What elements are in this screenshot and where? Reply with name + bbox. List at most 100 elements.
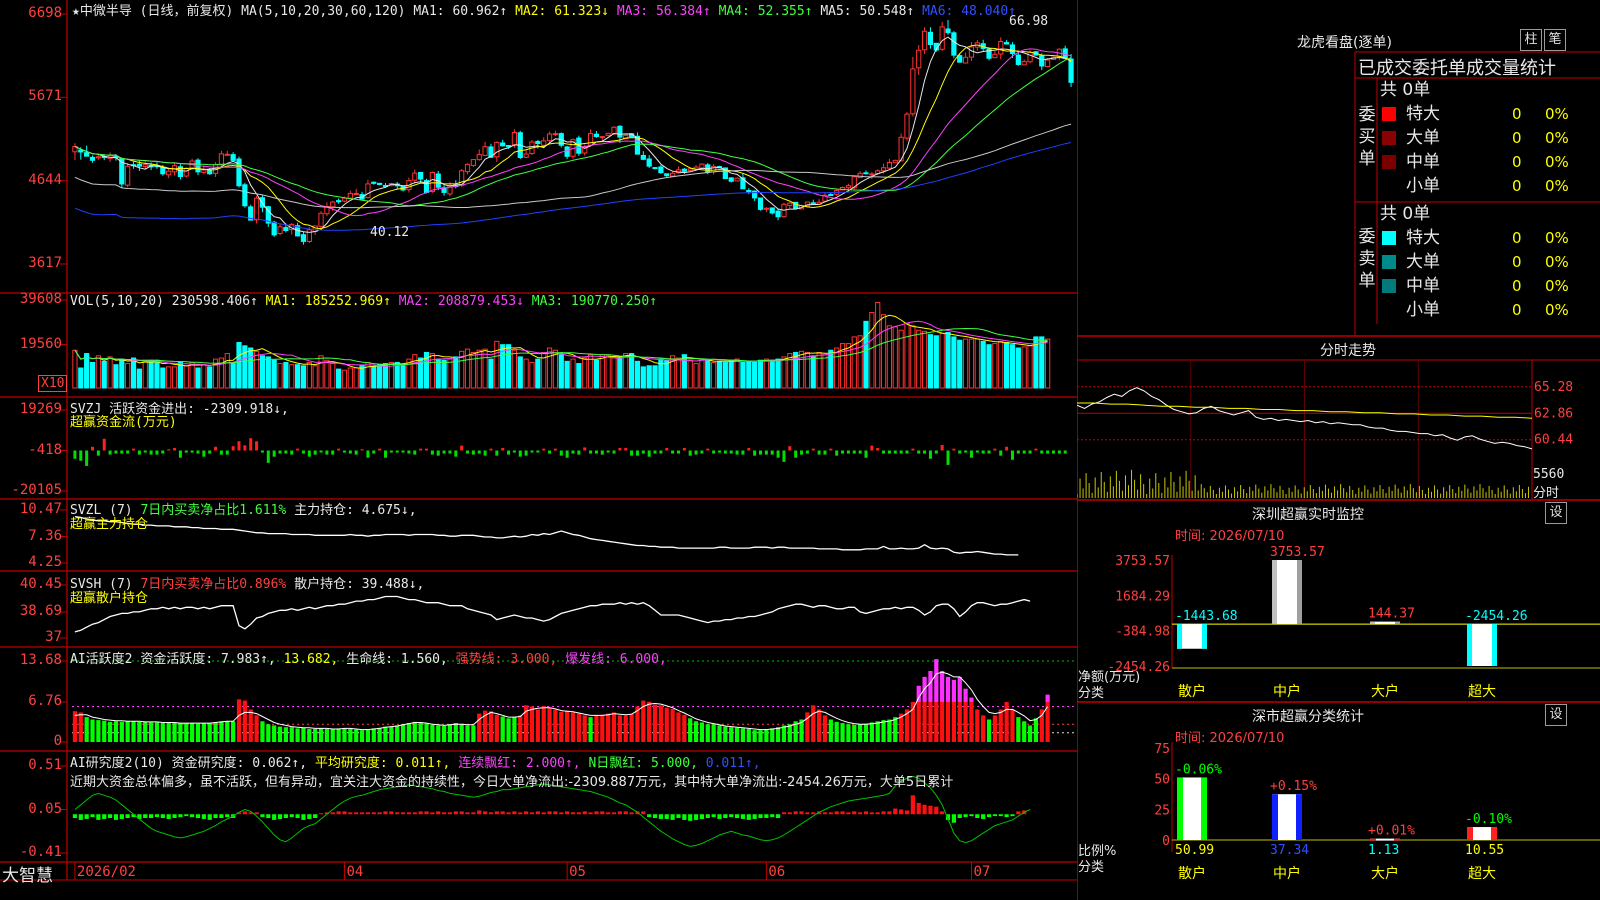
candle <box>652 167 658 170</box>
activity-bar <box>518 715 523 742</box>
activity-bar <box>693 721 699 742</box>
volume-bar <box>89 361 96 389</box>
activity-bar <box>195 723 201 742</box>
volume-bar <box>201 364 207 389</box>
intraday-chart[interactable]: 65.28 62.86 60.44 <box>1077 360 1600 500</box>
flow-bar <box>518 450 522 457</box>
flow-bar <box>155 450 159 455</box>
sell-order-swatch <box>1382 279 1396 293</box>
activity-bar <box>219 721 224 742</box>
activity-panel[interactable] <box>72 659 1074 742</box>
flow-bar <box>255 441 259 451</box>
candle <box>464 163 471 173</box>
research-bar <box>547 811 552 815</box>
stat-bottom-label: 37.34 <box>1270 843 1309 858</box>
bar-view-button[interactable]: 柱 <box>1520 29 1542 51</box>
research-bar <box>219 814 224 819</box>
activity-bar <box>734 727 740 742</box>
svzl-value: 主力持仓: 4.675↓, <box>294 503 417 518</box>
buy-order-row: 大单 0 0% <box>1380 126 1600 150</box>
research-bar <box>178 814 183 818</box>
research-bar <box>477 810 482 815</box>
sell-order-value: 0 <box>1512 277 1522 295</box>
flow-bar <box>530 450 534 453</box>
volume-bar <box>552 349 559 389</box>
research-bar <box>611 812 617 815</box>
research-bar <box>277 814 283 819</box>
svsh-y-label: 40.45 <box>19 576 62 592</box>
flow-bar <box>454 450 458 457</box>
activity-bar <box>969 697 974 702</box>
candle <box>224 153 230 156</box>
volume-bar <box>752 361 758 389</box>
volume-bar <box>236 341 242 389</box>
activity-bar <box>283 727 288 742</box>
svzl-panel[interactable] <box>74 515 1019 556</box>
activity-bar <box>816 709 822 742</box>
candle <box>336 200 342 203</box>
volume-bar <box>951 336 957 389</box>
sell-order-row: 中单 0 0% <box>1380 274 1600 298</box>
flow-bar <box>448 450 452 454</box>
activity-bar <box>148 722 154 742</box>
flow-bar <box>149 450 153 455</box>
volume-bar <box>441 359 447 389</box>
svsh-y-label: 37 <box>45 629 62 645</box>
flow-bar <box>489 448 493 451</box>
sz-monitor-chart[interactable]: 3753.57 1684.29 -384.98 -2454.26 -1443.68 散户 3… <box>1077 500 1600 702</box>
volume-bar <box>880 314 887 389</box>
flow-bar <box>624 448 628 451</box>
volume-bar <box>546 347 553 389</box>
activity-bar <box>72 711 78 742</box>
order-tabs[interactable]: 已成交委托单成交量统计 <box>1358 54 1600 80</box>
activity-bar <box>242 700 247 742</box>
research-bar <box>430 812 435 815</box>
sz-y-label: -384.98 <box>1115 625 1170 640</box>
activity-bar <box>1039 709 1044 742</box>
research-bar <box>96 814 101 820</box>
sz-stats-chart[interactable]: 75 50 25 0 -0.06% 50.99 散户 +0.15% 37.34 中户 +0.01% 1… <box>1077 702 1600 900</box>
volume-bar <box>511 349 518 389</box>
tick-view-button[interactable]: 笔 <box>1544 29 1566 51</box>
svsh-panel[interactable] <box>74 595 1031 633</box>
intraday-price-label: 62.86 <box>1534 406 1573 421</box>
flow-bar <box>759 450 763 455</box>
volume-bar <box>664 359 670 389</box>
research-bar <box>389 811 394 815</box>
research-bar <box>992 814 998 817</box>
activity-bar <box>389 726 394 742</box>
buy-order-pct: 0% <box>1545 153 1569 171</box>
candle <box>640 155 646 160</box>
activity-bar <box>154 722 160 742</box>
volume-panel[interactable] <box>72 301 1051 389</box>
research-bar <box>242 811 247 815</box>
candle <box>757 197 764 210</box>
research-bar <box>272 814 277 820</box>
activity-bar <box>998 709 1003 742</box>
research-bar <box>957 814 962 819</box>
act-life: 生命线: 1.560, <box>346 652 448 667</box>
research-bar <box>143 814 148 819</box>
price-panel[interactable] <box>72 19 1074 245</box>
candle <box>945 28 951 34</box>
flow-bar <box>307 450 311 457</box>
activity-bar <box>1027 725 1033 742</box>
volume-bar <box>435 358 441 389</box>
flow-bar <box>594 450 598 454</box>
vol-y-label: 39608 <box>19 291 62 307</box>
activity-bar <box>1010 709 1015 742</box>
volume-bar <box>886 325 893 389</box>
volume-bar <box>142 359 148 389</box>
research-bar <box>471 812 476 815</box>
intraday-price-label: 60.44 <box>1534 433 1573 448</box>
candle <box>271 221 277 236</box>
vol-ma2: MA2: 208879.453↓ <box>398 294 524 309</box>
volume-bar <box>640 366 646 389</box>
flow-bar <box>694 450 698 455</box>
activity-bar <box>400 724 406 742</box>
svzj-panel[interactable] <box>73 438 1067 466</box>
volume-bar <box>488 358 494 389</box>
research-bar <box>893 808 898 815</box>
candle <box>957 55 963 63</box>
candle <box>482 146 488 156</box>
